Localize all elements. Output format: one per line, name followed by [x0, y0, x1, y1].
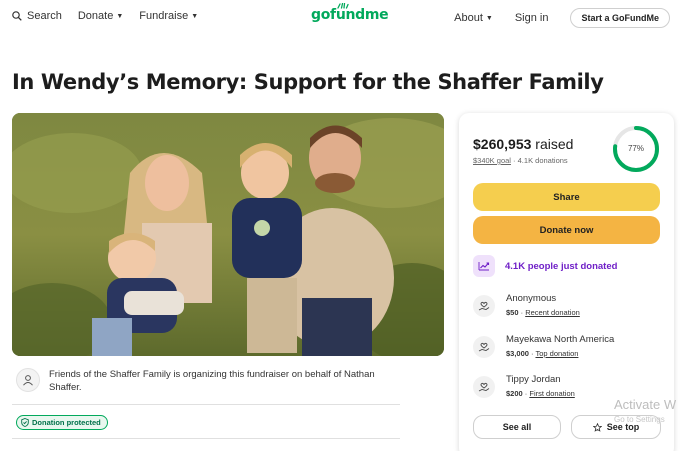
- donation-hand-icon: [473, 295, 495, 317]
- search-link[interactable]: Search: [12, 10, 62, 22]
- start-gofundme-button[interactable]: Start a GoFundMe: [570, 8, 670, 28]
- donate-now-label: Donate now: [539, 224, 594, 236]
- donation-count: 4.1K donations: [517, 156, 568, 165]
- about-menu-label: About: [454, 12, 483, 24]
- organizer-text: Friends of the Shaffer Family is organiz…: [49, 369, 375, 393]
- goal-line: $340K goal · 4.1K donations: [473, 156, 568, 165]
- signin-label: Sign in: [514, 12, 549, 24]
- donor-amount: $3,000: [506, 349, 529, 358]
- chevron-down-icon: ▼: [116, 12, 124, 20]
- progress-percent: 77%: [627, 144, 644, 153]
- donor-meta: $3,000 · Top donation: [506, 349, 579, 358]
- fundraise-menu-label: Fundraise: [139, 10, 189, 22]
- activation-watermark-subtitle: Go to Settings: [614, 415, 665, 424]
- donor-amount: $50: [506, 308, 519, 317]
- trending-up-icon: [473, 255, 495, 277]
- raised-word: raised: [535, 136, 574, 152]
- donor-meta: $200 · First donation: [506, 389, 575, 398]
- family-photo-image: [12, 113, 444, 356]
- recent-donors-text: 4.1K people just donated: [505, 260, 618, 272]
- donate-menu[interactable]: Donate ▼: [78, 10, 123, 22]
- donor-item: Mayekawa North America $3,000 · Top dona…: [473, 334, 614, 358]
- nav-left-group: Search Donate ▼ Fundraise ▼: [12, 10, 214, 22]
- donation-hand-icon: [473, 376, 495, 398]
- signin-link[interactable]: Sign in: [515, 12, 549, 24]
- sprout-logo-icon: [337, 3, 349, 9]
- donation-type-link[interactable]: First donation: [529, 389, 574, 398]
- gofundme-logo[interactable]: gofundme: [311, 3, 389, 23]
- goal-separator: ·: [513, 156, 516, 165]
- logo-text: gofundme: [311, 7, 389, 23]
- shield-check-icon: [21, 418, 29, 427]
- search-label: Search: [27, 10, 62, 22]
- share-button[interactable]: Share: [473, 183, 660, 211]
- search-icon: [12, 11, 22, 21]
- campaign-hero-photo: [12, 113, 444, 356]
- donation-protected-label: Donation protected: [32, 418, 101, 427]
- donation-hand-icon: [473, 336, 495, 358]
- recent-activity: 4.1K people just donated: [473, 255, 617, 277]
- activation-watermark-title: Activate W: [614, 397, 677, 412]
- top-navigation: Search Donate ▼ Fundraise ▼ gofundme Abo…: [0, 0, 680, 36]
- person-icon: [16, 368, 40, 392]
- start-gofundme-label: Start a GoFundMe: [581, 13, 659, 23]
- donate-menu-label: Donate: [77, 10, 114, 22]
- donor-name: Mayekawa North America: [506, 334, 615, 345]
- page-title: In Wendy’s Memory: Support for the Shaff…: [12, 70, 604, 94]
- amount-raised: $260,953 raised: [473, 136, 573, 152]
- see-all-button[interactable]: See all: [473, 415, 561, 439]
- raised-amount: $260,953: [473, 136, 532, 152]
- organizer-info: Friends of the Shaffer Family is organiz…: [16, 368, 400, 394]
- donor-item: Anonymous $50 · Recent donation: [473, 293, 580, 317]
- section-divider: [12, 438, 400, 439]
- goal-amount[interactable]: $340K goal: [473, 156, 511, 165]
- donation-type-link[interactable]: Top donation: [535, 349, 578, 358]
- donation-type-link[interactable]: Recent donation: [525, 308, 580, 317]
- chevron-down-icon: ▼: [191, 12, 199, 20]
- star-icon: [592, 422, 602, 432]
- donor-meta: $50 · Recent donation: [506, 308, 580, 317]
- share-label: Share: [553, 191, 580, 203]
- about-menu[interactable]: About ▼: [454, 12, 493, 24]
- section-divider: [12, 404, 400, 405]
- nav-right-group: About ▼ Sign in Start a GoFundMe: [454, 8, 670, 28]
- fundraise-menu[interactable]: Fundraise ▼: [139, 10, 198, 22]
- donor-item: Tippy Jordan $200 · First donation: [473, 374, 575, 398]
- donor-name: Anonymous: [506, 293, 557, 304]
- chevron-down-icon: ▼: [485, 14, 493, 22]
- donation-protected-badge[interactable]: Donation protected: [16, 415, 108, 430]
- donate-now-button[interactable]: Donate now: [473, 216, 660, 244]
- donor-amount: $200: [506, 389, 523, 398]
- see-all-label: See all: [502, 422, 532, 432]
- donor-name: Tippy Jordan: [506, 374, 561, 385]
